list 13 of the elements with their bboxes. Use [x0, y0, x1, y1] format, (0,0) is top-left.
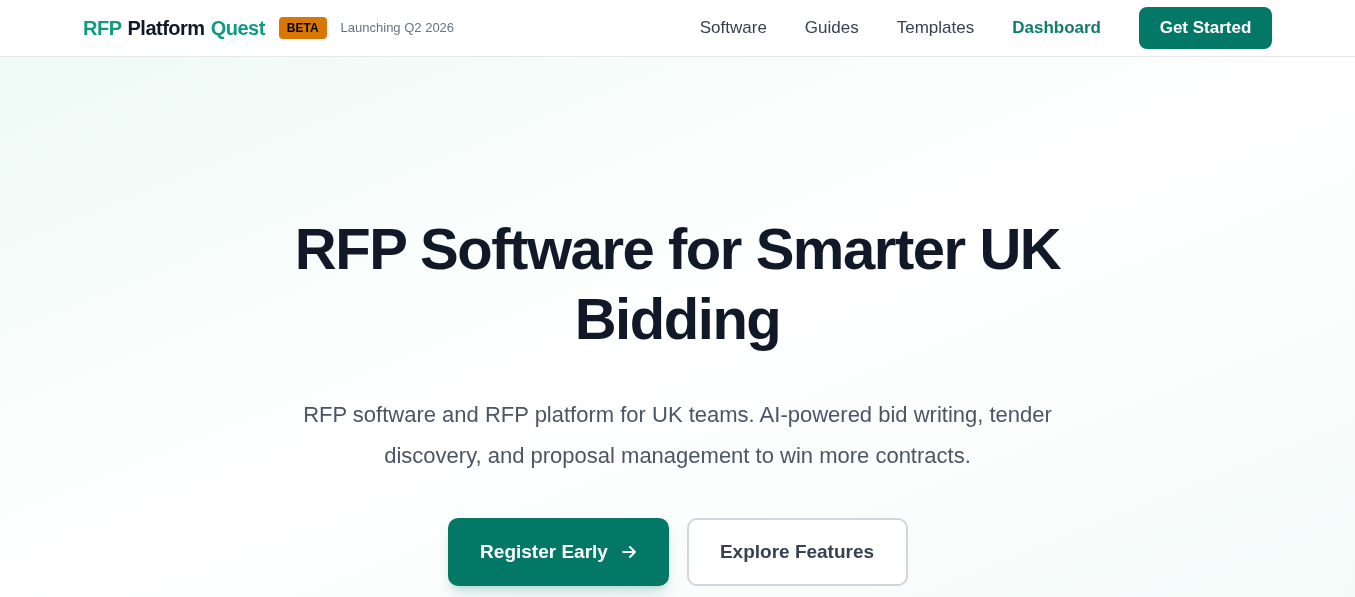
- launch-date-text: Launching Q2 2026: [340, 19, 455, 38]
- nav-link[interactable]: Templates: [896, 15, 975, 41]
- logo-link[interactable]: RFP Platform Quest: [83, 13, 265, 43]
- get-started-button[interactable]: Get Started: [1139, 7, 1272, 49]
- explore-features-button[interactable]: Explore Features: [686, 518, 908, 586]
- hero-heading: RFP Software for Smarter UK Bidding: [293, 215, 1062, 353]
- nav-link[interactable]: Dashboard: [1012, 15, 1101, 41]
- nav-link[interactable]: Guides: [804, 15, 859, 41]
- register-button[interactable]: Register Early: [447, 518, 669, 586]
- beta-badge: BETA: [278, 17, 327, 39]
- arrow-right-icon: [621, 546, 636, 558]
- nav-link[interactable]: Software: [699, 15, 767, 41]
- hero-description: RFP software and RFP platform for UK teams. AI-powered bid writing, tender discovery, and proposal management to win more contracts.: [302, 401, 1053, 470]
